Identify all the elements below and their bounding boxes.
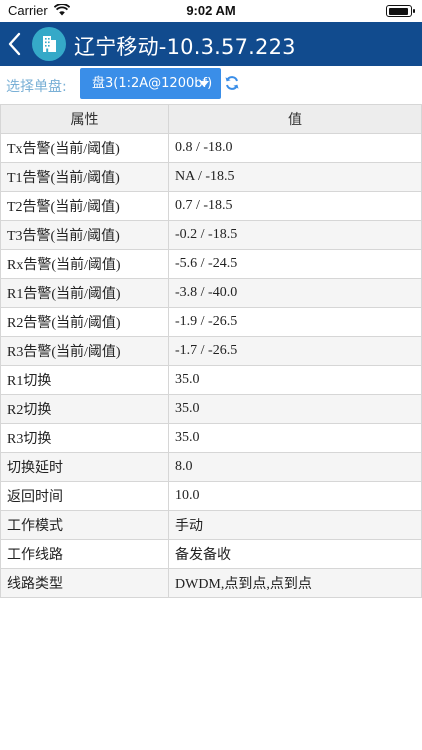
header-attribute: 属性 [0, 104, 169, 134]
table-row: T3告警(当前/阈值) -0.2 / -18.5 [0, 220, 422, 250]
battery-icon [386, 5, 415, 17]
cell-value: 10.0 [168, 481, 422, 511]
board-dropdown-value: 盘3(1:2A@1200bf) [92, 76, 213, 91]
chevron-left-icon[interactable] [4, 30, 26, 58]
status-bar: Carrier 9:02 AM [0, 0, 422, 22]
cell-value: -1.7 / -26.5 [168, 336, 422, 366]
table-row: R3告警(当前/阈值) -1.7 / -26.5 [0, 336, 422, 366]
caret-down-icon [199, 81, 209, 87]
table-header-row: 属性 值 [0, 104, 422, 134]
table-row: T2告警(当前/阈值) 0.7 / -18.5 [0, 191, 422, 221]
cell-attribute: 切换延时 [0, 452, 169, 482]
cell-attribute: R3切换 [0, 423, 169, 453]
table-row: Rx告警(当前/阈值) -5.6 / -24.5 [0, 249, 422, 279]
refresh-icon[interactable] [224, 75, 240, 91]
table-row: R1告警(当前/阈值) -3.8 / -40.0 [0, 278, 422, 308]
table-row: 工作线路 备发备收 [0, 539, 422, 569]
header-value: 值 [168, 104, 422, 134]
board-selector-row: 选择单盘: 盘3(1:2A@1200bf) [0, 66, 422, 104]
board-dropdown[interactable]: 盘3(1:2A@1200bf) [80, 68, 221, 99]
cell-value: 35.0 [168, 394, 422, 424]
cell-value: 0.7 / -18.5 [168, 191, 422, 221]
cell-attribute: 工作模式 [0, 510, 169, 540]
cell-attribute: R1切换 [0, 365, 169, 395]
cell-attribute: T1告警(当前/阈值) [0, 162, 169, 192]
status-time: 9:02 AM [186, 3, 236, 18]
cell-value: 备发备收 [168, 539, 422, 569]
cell-value: NA / -18.5 [168, 162, 422, 192]
cell-attribute: T3告警(当前/阈值) [0, 220, 169, 250]
cell-attribute: R2切换 [0, 394, 169, 424]
cell-value: 手动 [168, 510, 422, 540]
cell-value: -0.2 / -18.5 [168, 220, 422, 250]
cell-attribute: R2告警(当前/阈值) [0, 307, 169, 337]
building-icon [43, 36, 56, 52]
table-row: 切换延时 8.0 [0, 452, 422, 482]
cell-attribute: 线路类型 [0, 568, 169, 598]
table-row: 工作模式 手动 [0, 510, 422, 540]
cell-value: DWDM,点到点,点到点 [168, 568, 422, 598]
app-logo [32, 27, 66, 61]
properties-table: 属性 值 Tx告警(当前/阈值) 0.8 / -18.0 T1告警(当前/阈值) N… [0, 104, 422, 598]
cell-value: 35.0 [168, 423, 422, 453]
cell-value: -5.6 / -24.5 [168, 249, 422, 279]
cell-attribute: R1告警(当前/阈值) [0, 278, 169, 308]
cell-attribute: 返回时间 [0, 481, 169, 511]
table-row: R2切换 35.0 [0, 394, 422, 424]
cell-attribute: Tx告警(当前/阈值) [0, 133, 169, 163]
cell-attribute: T2告警(当前/阈值) [0, 191, 169, 221]
cell-value: 0.8 / -18.0 [168, 133, 422, 163]
table-row: Tx告警(当前/阈值) 0.8 / -18.0 [0, 133, 422, 163]
table-row: T1告警(当前/阈值) NA / -18.5 [0, 162, 422, 192]
table-row: 线路类型 DWDM,点到点,点到点 [0, 568, 422, 598]
cell-attribute: R3告警(当前/阈值) [0, 336, 169, 366]
cell-value: -3.8 / -40.0 [168, 278, 422, 308]
page-title: 辽宁移动-10.3.57.223 [74, 35, 296, 59]
cell-value: 35.0 [168, 365, 422, 395]
cell-value: 8.0 [168, 452, 422, 482]
table-row: R2告警(当前/阈值) -1.9 / -26.5 [0, 307, 422, 337]
cell-attribute: Rx告警(当前/阈值) [0, 249, 169, 279]
table-row: R1切换 35.0 [0, 365, 422, 395]
table-row: R3切换 35.0 [0, 423, 422, 453]
nav-bar: 辽宁移动-10.3.57.223 [0, 22, 422, 66]
battery-fill [388, 7, 408, 15]
cell-attribute: 工作线路 [0, 539, 169, 569]
cell-value: -1.9 / -26.5 [168, 307, 422, 337]
table-row: 返回时间 10.0 [0, 481, 422, 511]
board-selector-label: 选择单盘: [6, 79, 67, 95]
